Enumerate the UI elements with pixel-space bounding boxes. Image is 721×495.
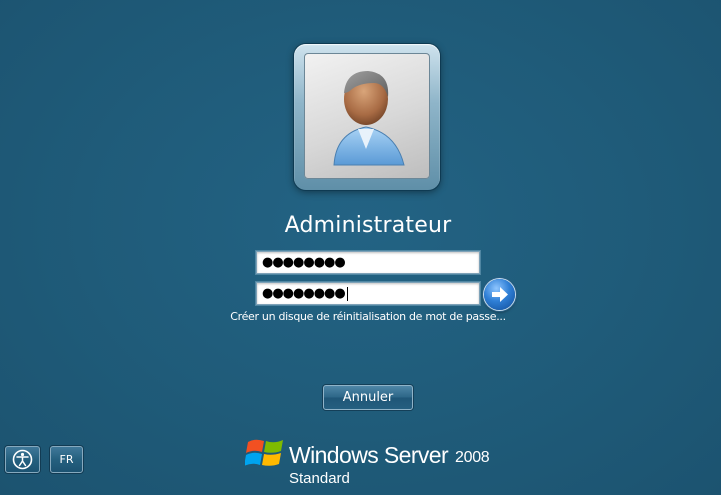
- reset-password-link[interactable]: Créer un disque de réinitialisation de m…: [200, 310, 536, 323]
- text-caret: [346, 286, 348, 301]
- submit-arrow-button[interactable]: [484, 279, 515, 310]
- language-button[interactable]: FR: [50, 446, 83, 473]
- user-avatar: [304, 53, 430, 179]
- user-avatar-icon: [333, 71, 405, 166]
- cancel-button[interactable]: Annuler: [323, 385, 413, 410]
- arrow-right-icon: [492, 287, 508, 302]
- ease-of-access-button[interactable]: [5, 446, 40, 473]
- product-version: 2008: [455, 449, 490, 466]
- product-edition: Standard: [289, 470, 350, 487]
- windows-server-logo: Windows Server 2008 Standard: [245, 432, 505, 490]
- product-name: Windows Server: [289, 442, 449, 468]
- password-field[interactable]: ●●●●●●●●: [256, 251, 480, 274]
- password-value: ●●●●●●●●: [262, 255, 346, 270]
- user-tile: [294, 44, 440, 190]
- windows-flag-icon: [245, 439, 283, 466]
- username-label: Administrateur: [284, 213, 452, 238]
- confirm-password-field[interactable]: ●●●●●●●●: [256, 282, 480, 305]
- ease-of-access-icon: [12, 449, 33, 470]
- confirm-password-value: ●●●●●●●●: [262, 286, 346, 301]
